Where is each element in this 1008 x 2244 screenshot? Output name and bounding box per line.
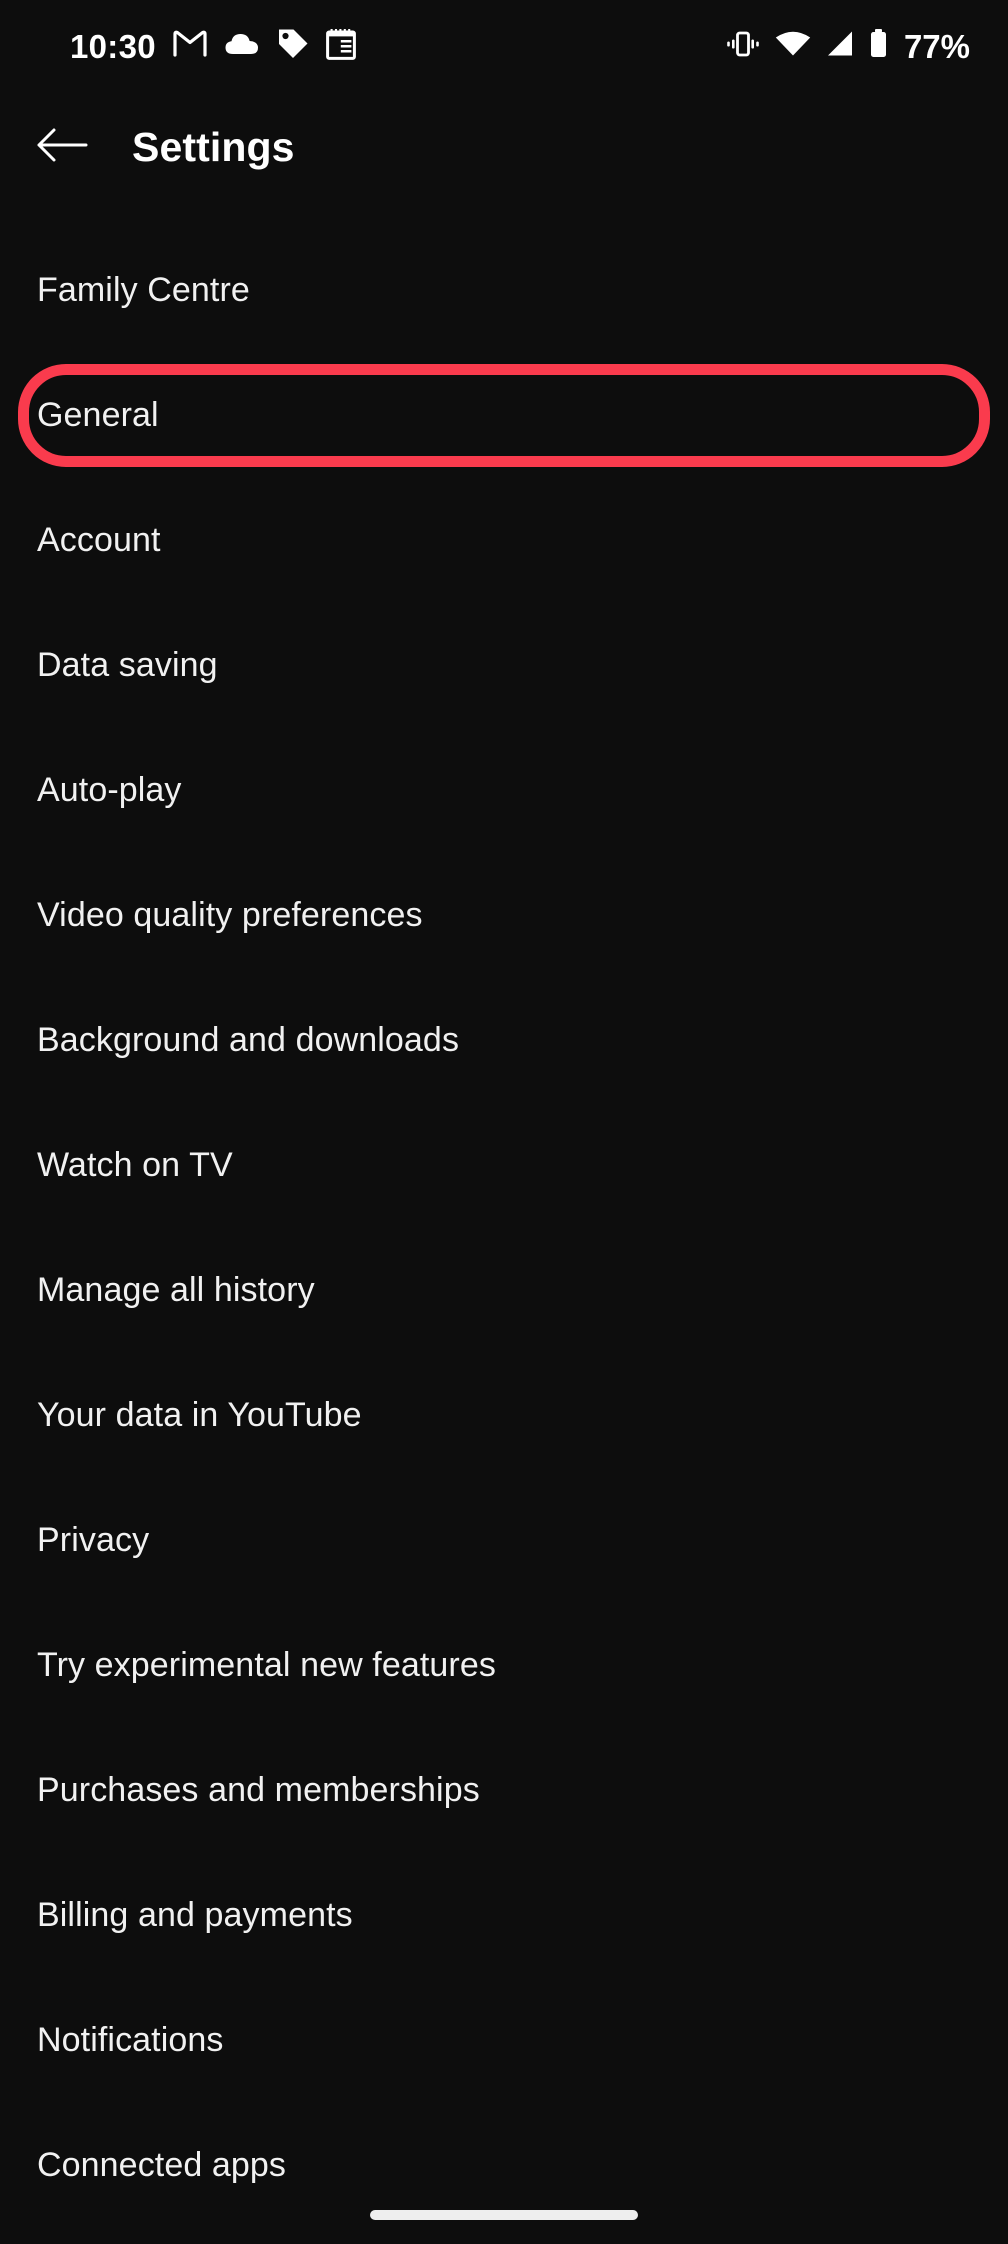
settings-item-label: Background and downloads — [37, 1021, 460, 1059]
gmail-icon — [173, 30, 207, 62]
status-bar-right: 77% — [725, 29, 970, 63]
page-title: Settings — [132, 123, 295, 170]
settings-item-label: Purchases and memberships — [37, 1771, 480, 1809]
settings-item-purchases-and-memberships[interactable]: Purchases and memberships — [0, 1728, 1008, 1853]
settings-item-your-data-in-youtube[interactable]: Your data in YouTube — [0, 1353, 1008, 1478]
settings-item-label: Your data in YouTube — [37, 1396, 362, 1434]
settings-item-manage-all-history[interactable]: Manage all history — [0, 1228, 1008, 1353]
status-bar-left: 10:30 — [70, 28, 356, 65]
settings-item-account[interactable]: Account — [0, 478, 1008, 603]
vibrate-icon — [725, 30, 761, 63]
settings-item-auto-play[interactable]: Auto-play — [0, 728, 1008, 853]
battery-percent-label: 77% — [903, 27, 970, 65]
settings-item-family-centre[interactable]: Family Centre — [0, 228, 1008, 353]
settings-item-label: Video quality preferences — [37, 896, 423, 934]
app-bar: Settings — [0, 92, 1008, 202]
settings-item-label: Auto-play — [37, 771, 182, 809]
status-bar: 10:30 77% — [0, 0, 1008, 92]
settings-item-label: Watch on TV — [37, 1146, 233, 1184]
settings-item-label: Notifications — [37, 2021, 224, 2059]
calendar-icon — [326, 28, 356, 65]
settings-item-billing-and-payments[interactable]: Billing and payments — [0, 1853, 1008, 1978]
settings-item-label: General — [37, 396, 159, 434]
settings-item-label: Try experimental new features — [37, 1646, 496, 1684]
settings-item-video-quality-preferences[interactable]: Video quality preferences — [0, 853, 1008, 978]
settings-list: Family Centre General Account Data saving Au… — [0, 228, 1008, 2228]
wifi-icon — [775, 30, 811, 62]
home-gesture-pill[interactable] — [370, 2210, 638, 2220]
settings-item-general[interactable]: General — [0, 353, 1008, 478]
settings-item-data-saving[interactable]: Data saving — [0, 603, 1008, 728]
settings-item-privacy[interactable]: Privacy — [0, 1478, 1008, 1603]
settings-item-label: Data saving — [37, 646, 218, 684]
back-button[interactable] — [14, 99, 110, 195]
settings-item-label: Account — [37, 521, 161, 559]
tag-icon — [277, 28, 309, 65]
settings-item-watch-on-tv[interactable]: Watch on TV — [0, 1103, 1008, 1228]
settings-item-try-experimental-new-features[interactable]: Try experimental new features — [0, 1603, 1008, 1728]
arrow-left-icon — [36, 125, 88, 170]
battery-icon — [869, 29, 888, 63]
cloud-icon — [224, 31, 260, 62]
settings-item-label: Family Centre — [37, 271, 250, 309]
phone-screen: 10:30 77% Settings Family Centre General… — [0, 0, 1008, 2244]
settings-item-label: Privacy — [37, 1521, 150, 1559]
gesture-nav-bar — [0, 2186, 1008, 2244]
settings-item-label: Connected apps — [37, 2146, 287, 2184]
settings-item-label: Manage all history — [37, 1271, 315, 1309]
status-clock: 10:30 — [70, 27, 156, 65]
settings-item-background-and-downloads[interactable]: Background and downloads — [0, 978, 1008, 1103]
settings-item-label: Billing and payments — [37, 1896, 353, 1934]
settings-item-notifications[interactable]: Notifications — [0, 1978, 1008, 2103]
cellular-signal-icon — [825, 30, 855, 62]
